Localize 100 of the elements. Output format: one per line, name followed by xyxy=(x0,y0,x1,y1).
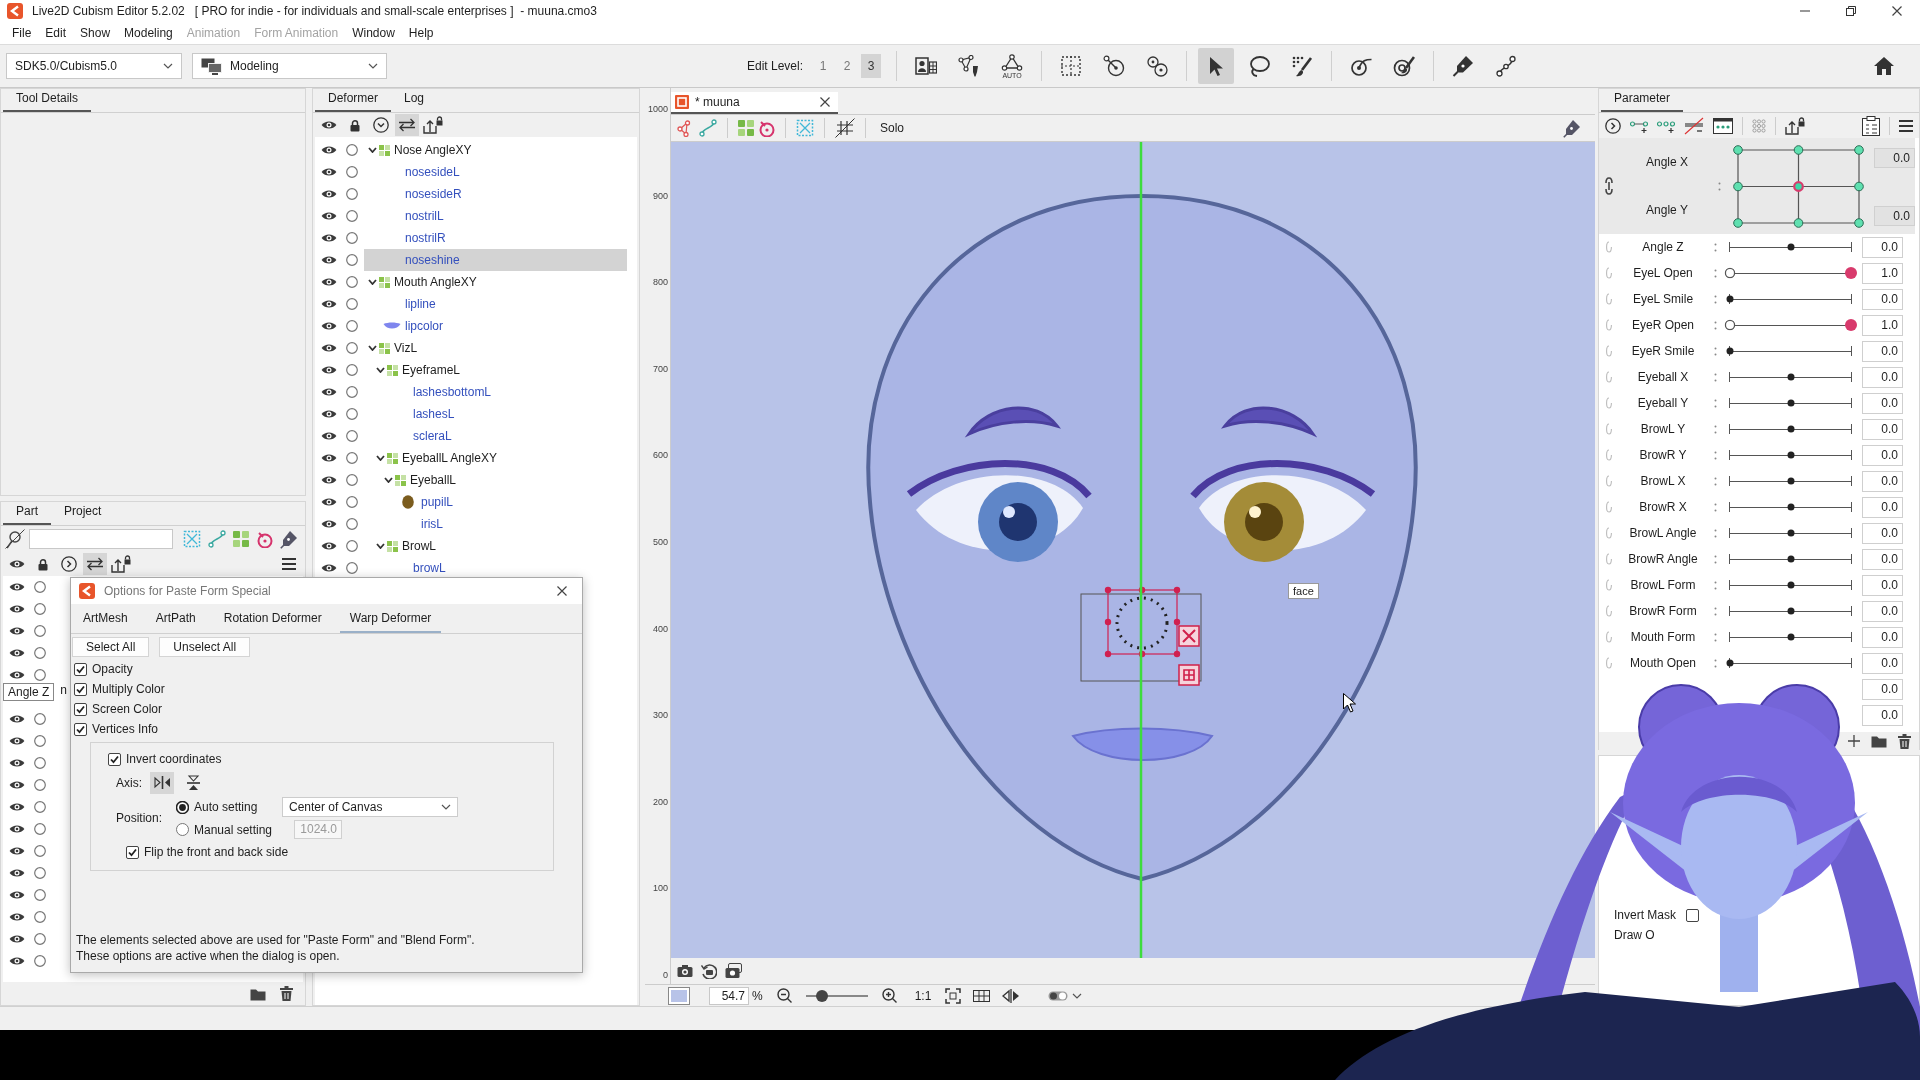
eye-icon[interactable] xyxy=(321,475,337,485)
keyform-point[interactable] xyxy=(1854,181,1864,191)
eye-icon[interactable] xyxy=(9,868,25,878)
ring-icon[interactable] xyxy=(34,735,46,747)
tree-item[interactable]: irisL xyxy=(364,513,627,535)
grid-square-icon[interactable] xyxy=(1178,664,1200,686)
eye-icon[interactable] xyxy=(9,934,25,944)
curve-nodes-icon[interactable] xyxy=(1495,55,1518,77)
eye-icon[interactable] xyxy=(321,365,337,375)
eye-icon[interactable] xyxy=(9,802,25,812)
curve-icon[interactable] xyxy=(208,530,226,548)
camera-refresh-icon[interactable] xyxy=(701,963,717,979)
control-point[interactable] xyxy=(1104,650,1112,658)
menu-item[interactable]: Show xyxy=(73,23,118,43)
eye-icon[interactable] xyxy=(9,912,25,922)
ring-icon[interactable] xyxy=(34,647,46,659)
panel-tab[interactable]: Tool Details xyxy=(3,90,92,112)
ring-icon[interactable] xyxy=(34,867,46,879)
ring-icon[interactable] xyxy=(346,232,358,244)
checkbox[interactable] xyxy=(74,682,87,696)
panel-tab[interactable]: Part xyxy=(3,503,51,525)
ring-icon[interactable] xyxy=(34,779,46,791)
slider-thumb[interactable] xyxy=(1787,581,1794,589)
camera-stack-icon[interactable] xyxy=(725,963,742,979)
edit-level-button[interactable]: 1 xyxy=(813,54,834,78)
dot-grid-icon[interactable] xyxy=(1752,118,1766,133)
dotted-grid-icon[interactable] xyxy=(1060,55,1083,77)
eye-icon[interactable] xyxy=(321,120,337,130)
toggle-icon[interactable] xyxy=(1048,989,1069,1002)
dialog-button[interactable]: Select All xyxy=(72,637,150,657)
ring-icon[interactable] xyxy=(346,188,358,200)
value-field[interactable]: 0.0 xyxy=(1862,652,1903,674)
ring-icon[interactable] xyxy=(346,430,358,442)
eye-icon[interactable] xyxy=(321,519,337,529)
rotation-ring-icon[interactable] xyxy=(758,119,775,137)
ring-icon[interactable] xyxy=(346,364,358,376)
dialog-tab[interactable]: ArtPath xyxy=(145,604,206,633)
slider-thumb[interactable] xyxy=(1726,295,1734,303)
ring-icon[interactable] xyxy=(346,342,358,354)
solo-button[interactable]: Solo xyxy=(880,121,905,135)
value-field[interactable]: 0.0 xyxy=(1874,206,1915,226)
person-grid-icon[interactable] xyxy=(915,55,938,77)
slider-thumb[interactable] xyxy=(1845,267,1857,279)
eye-icon[interactable] xyxy=(321,409,337,419)
value-field[interactable]: 0.0 xyxy=(1862,470,1903,492)
slider-thumb[interactable] xyxy=(1787,243,1794,251)
slider-thumb[interactable] xyxy=(1787,373,1794,381)
actual-size-button[interactable]: 1:1 xyxy=(914,988,932,1003)
ring-icon[interactable] xyxy=(34,625,46,637)
lasso-icon[interactable] xyxy=(1248,55,1271,77)
ring-icon[interactable] xyxy=(346,496,358,508)
model-canvas[interactable]: face xyxy=(671,142,1595,958)
ring-icon[interactable] xyxy=(34,933,46,945)
menu-item[interactable]: Window xyxy=(345,23,402,43)
ring-icon[interactable] xyxy=(346,298,358,310)
dialog-tab[interactable]: ArtMesh xyxy=(73,604,138,633)
eye-icon[interactable] xyxy=(321,299,337,309)
monitors-icon[interactable] xyxy=(201,57,222,75)
value-field[interactable]: 0.0 xyxy=(1862,704,1903,726)
zoom-out-icon[interactable] xyxy=(776,988,792,1003)
value-field[interactable]: 0.0 xyxy=(1862,600,1903,622)
value-field[interactable]: 0.0 xyxy=(1862,392,1903,414)
caret-icon[interactable] xyxy=(441,804,451,810)
caret-icon[interactable] xyxy=(163,63,173,69)
trash-icon[interactable] xyxy=(1898,733,1911,749)
panel-tab[interactable]: Project xyxy=(51,503,115,525)
panel-tab[interactable]: Deformer xyxy=(315,90,391,112)
tree-item[interactable]: nosesideR xyxy=(364,183,627,205)
keyform-point[interactable] xyxy=(1793,144,1804,155)
double-ring-icon[interactable] xyxy=(1146,55,1169,77)
expanded-caret-icon[interactable] xyxy=(368,279,377,285)
dotted-frame-icon[interactable] xyxy=(183,530,201,548)
dotted-frame-icon[interactable] xyxy=(796,119,814,137)
lock-icon[interactable] xyxy=(38,557,48,571)
ring-icon[interactable] xyxy=(34,823,46,835)
checkbox[interactable] xyxy=(1686,908,1699,922)
ring-icon[interactable] xyxy=(34,955,46,967)
eye-icon[interactable] xyxy=(9,670,25,680)
slider-thumb[interactable] xyxy=(1787,503,1794,511)
slider-thumb[interactable] xyxy=(1787,399,1794,407)
target-handle-icon[interactable] xyxy=(1103,55,1126,77)
tree-item[interactable]: lashesL xyxy=(364,403,627,425)
eye-icon[interactable] xyxy=(321,167,337,177)
tree-item[interactable]: nostrilR xyxy=(364,227,627,249)
eye-icon[interactable] xyxy=(321,211,337,221)
checkbox[interactable] xyxy=(108,752,121,766)
checkbox[interactable] xyxy=(126,845,139,859)
eye-icon[interactable] xyxy=(321,343,337,353)
edit-level-button[interactable]: 3 xyxy=(861,54,882,78)
value-field[interactable]: 0.0 xyxy=(1862,496,1903,518)
tree-item[interactable]: pupilL xyxy=(364,491,627,513)
color-swatch-icon[interactable] xyxy=(668,986,690,1005)
value-field[interactable]: 0.0 xyxy=(1862,288,1903,310)
tree-item[interactable]: Mouth AngleXY xyxy=(364,271,627,293)
add-icon[interactable] xyxy=(1848,735,1860,747)
close-icon[interactable] xyxy=(557,586,567,596)
eye-icon[interactable] xyxy=(321,541,337,551)
checkbox[interactable] xyxy=(74,722,87,736)
search-field[interactable] xyxy=(29,529,173,549)
pin-slash-icon[interactable] xyxy=(5,529,25,549)
